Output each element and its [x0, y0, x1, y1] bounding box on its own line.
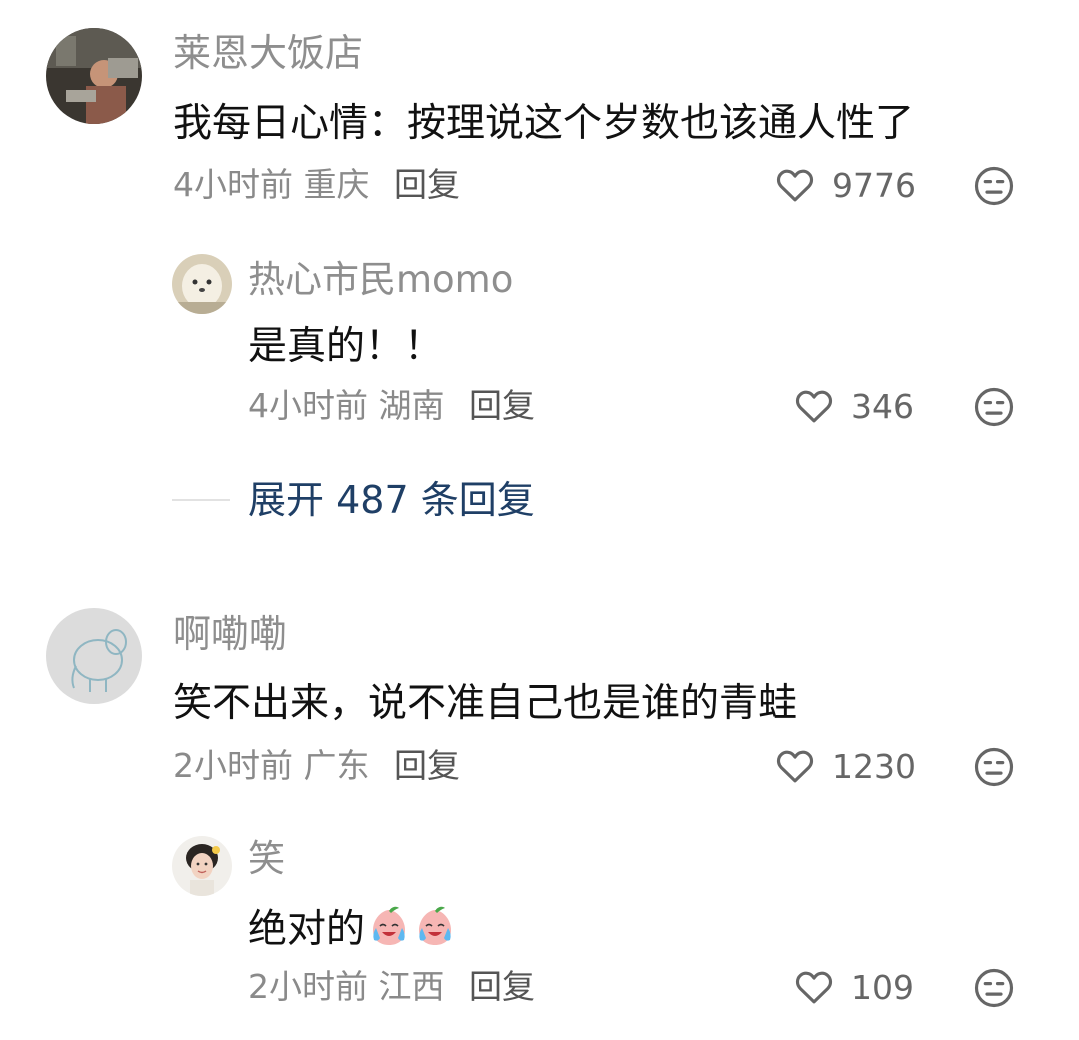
meh-face-icon[interactable] [973, 967, 1015, 1009]
meh-face-icon[interactable] [973, 746, 1015, 788]
reply-button[interactable]: 回复 [469, 386, 535, 425]
comment-time: 2小时前 [173, 746, 293, 785]
comment-meta: 2小时前 广东 回复 [173, 749, 460, 782]
reply-username[interactable]: 热心市民momo [248, 261, 513, 298]
like-button[interactable]: 1230 [774, 745, 916, 787]
heart-outline-icon [776, 169, 814, 202]
avatar[interactable] [46, 608, 142, 704]
heart-outline-icon [795, 390, 833, 423]
heart-outline-icon [795, 971, 833, 1004]
meh-face-icon[interactable] [973, 165, 1015, 207]
avatar[interactable] [46, 28, 142, 124]
comment-text: 我每日心情：按理说这个岁数也该通人性了 [173, 101, 915, 146]
like-count: 346 [851, 386, 914, 426]
reply-time: 2小时前 [248, 967, 368, 1006]
like-button[interactable]: 9776 [774, 164, 916, 206]
reply-time: 4小时前 [248, 386, 368, 425]
comment-time: 4小时前 [173, 165, 293, 204]
expand-replies-button[interactable]: 展开 487 条回复 [248, 481, 535, 519]
crying-laughing-peach-emoji [373, 906, 406, 945]
avatar[interactable] [172, 836, 232, 896]
like-count: 109 [851, 967, 914, 1007]
reply-text-content: 绝对的 [248, 907, 366, 952]
reply-text: 绝对的 [248, 904, 457, 949]
crying-laughing-peach-emoji [419, 906, 452, 945]
reply-text: 是真的！！ [248, 324, 444, 369]
expand-divider [172, 499, 230, 501]
reply-meta: 4小时前 湖南 回复 [248, 389, 535, 422]
like-count: 1230 [832, 746, 916, 786]
expand-prefix: 展开 [248, 478, 325, 522]
expand-count: 487 [336, 478, 409, 522]
meh-face-icon[interactable] [973, 386, 1015, 428]
like-button[interactable]: 109 [793, 966, 914, 1008]
expand-suffix: 条回复 [420, 478, 535, 522]
comment-username[interactable]: 啊嘞嘞 [173, 615, 287, 653]
comment-username[interactable]: 莱恩大饭店 [173, 34, 363, 72]
like-button[interactable]: 346 [793, 385, 914, 427]
comment-meta: 4小时前 重庆 回复 [173, 168, 460, 201]
reply-meta: 2小时前 江西 回复 [248, 970, 535, 1003]
reply-button[interactable]: 回复 [469, 967, 535, 1006]
comment-location: 重庆 [303, 165, 370, 204]
reply-button[interactable]: 回复 [394, 746, 460, 785]
like-count: 9776 [832, 165, 916, 205]
heart-outline-icon [776, 750, 814, 783]
reply-location: 湖南 [378, 386, 445, 425]
reply-username[interactable]: 笑 [248, 840, 285, 877]
reply-location: 江西 [378, 967, 445, 1006]
reply-button[interactable]: 回复 [394, 165, 460, 204]
comment-location: 广东 [303, 746, 370, 785]
comment-text: 笑不出来，说不准自己也是谁的青蛙 [173, 681, 798, 726]
avatar[interactable] [172, 254, 232, 314]
